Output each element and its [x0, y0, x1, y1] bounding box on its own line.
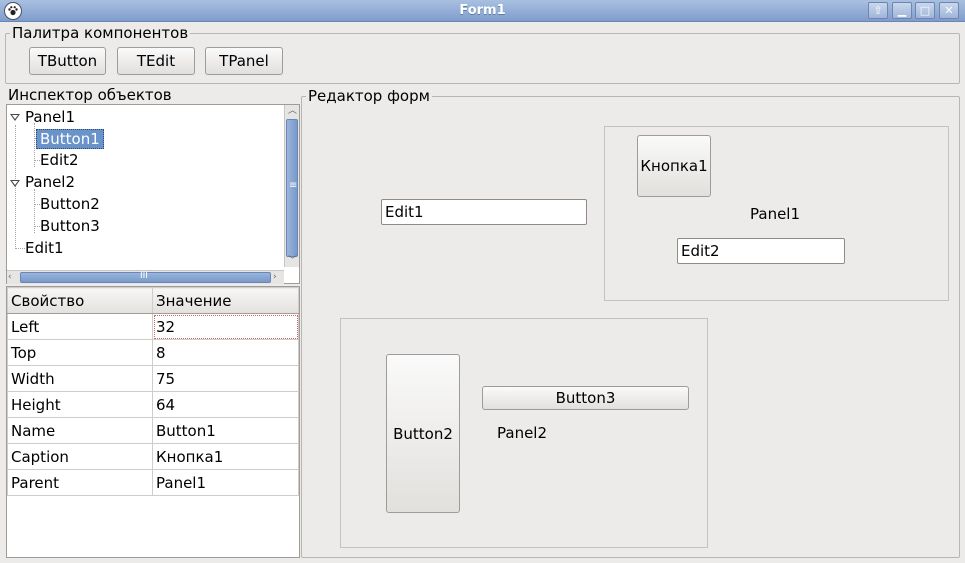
edit1-field[interactable]: Edit1: [381, 199, 587, 225]
edit2-field[interactable]: Edit2: [677, 238, 845, 264]
form-editor-title: Редактор форм: [306, 87, 432, 105]
expand-toggle-icon[interactable]: [10, 180, 20, 187]
scroll-right-icon[interactable]: ›: [273, 271, 277, 283]
tree-item-button2[interactable]: Button2: [40, 195, 100, 213]
panel1[interactable]: Кнопка1 Panel1 Edit2: [604, 126, 949, 301]
vertical-scroll-thumb[interactable]: ≡: [286, 119, 298, 257]
maximize-icon[interactable]: □: [915, 2, 935, 19]
panel2-caption: Panel2: [497, 424, 548, 442]
property-name: Width: [7, 365, 153, 392]
property-value[interactable]: Кнопка1: [152, 443, 299, 470]
tree-vertical-scrollbar[interactable]: ︿ ≡ ﹀: [284, 105, 299, 267]
column-header-value[interactable]: Значение: [152, 287, 299, 314]
property-name: Name: [7, 417, 153, 444]
horizontal-scroll-thumb[interactable]: III: [20, 271, 271, 283]
table-row[interactable]: Caption Кнопка1: [7, 443, 299, 470]
table-row[interactable]: Left 32: [7, 313, 299, 340]
palette-title: Палитра компонентов: [10, 24, 191, 42]
property-value[interactable]: Panel1: [152, 469, 299, 496]
table-row[interactable]: Top 8: [7, 339, 299, 366]
table-row[interactable]: Parent Panel1: [7, 469, 299, 496]
property-value[interactable]: Button1: [152, 417, 299, 444]
tree-item-button3[interactable]: Button3: [40, 217, 100, 235]
table-row[interactable]: Width 75: [7, 365, 299, 392]
inspector-title: Инспектор объектов: [6, 86, 174, 104]
property-name: Parent: [7, 469, 153, 496]
button2-button[interactable]: Button2: [386, 354, 460, 513]
tree-item-panel2[interactable]: Panel2: [25, 173, 75, 191]
scroll-left-icon[interactable]: ‹: [8, 271, 12, 283]
knopka1-button[interactable]: Кнопка1: [637, 135, 711, 197]
panel1-caption: Panel1: [750, 205, 801, 223]
expand-toggle-icon[interactable]: [10, 114, 20, 121]
scroll-down-icon[interactable]: ﹀: [288, 255, 297, 267]
property-value[interactable]: 8: [152, 339, 299, 366]
property-grid[interactable]: Свойство Значение Left 32 Top 8 Width 75…: [6, 286, 300, 558]
window-titlebar[interactable]: Form1 ⇧ ▁ □ ✕: [0, 0, 965, 22]
property-name: Caption: [7, 443, 153, 470]
tree-item-edit1[interactable]: Edit1: [25, 239, 64, 257]
property-name: Height: [7, 391, 153, 418]
tpanel-button[interactable]: TPanel: [205, 47, 283, 75]
object-tree[interactable]: Panel1 Button1 Edit2 Panel2 Button2 Butt…: [6, 104, 300, 284]
tree-item-edit2[interactable]: Edit2: [40, 151, 79, 169]
property-value[interactable]: 64: [152, 391, 299, 418]
property-name: Top: [7, 339, 153, 366]
button3-button[interactable]: Button3: [482, 386, 689, 410]
window-title: Form1: [459, 3, 506, 18]
property-value[interactable]: 75: [152, 365, 299, 392]
tedit-button[interactable]: TEdit: [117, 47, 195, 75]
table-row[interactable]: Name Button1: [7, 417, 299, 444]
grip-icon: III: [140, 271, 148, 281]
scroll-up-icon[interactable]: ︿: [288, 105, 297, 117]
minimize-icon[interactable]: ▁: [892, 2, 912, 19]
close-icon[interactable]: ✕: [939, 2, 959, 19]
property-name: Left: [7, 313, 153, 340]
tree-item-button1[interactable]: Button1: [36, 129, 104, 149]
grip-icon: ≡: [289, 180, 298, 191]
tree-horizontal-scrollbar[interactable]: ‹ III ›: [7, 270, 284, 284]
panel2[interactable]: Button2 Button3 Panel2: [340, 318, 708, 548]
tbutton-button[interactable]: TButton: [29, 47, 106, 75]
column-header-property[interactable]: Свойство: [7, 287, 153, 314]
tree-item-panel1[interactable]: Panel1: [25, 108, 75, 126]
property-value[interactable]: 32: [152, 313, 299, 340]
table-row[interactable]: Height 64: [7, 391, 299, 418]
restore-icon[interactable]: ⇧: [868, 2, 888, 19]
